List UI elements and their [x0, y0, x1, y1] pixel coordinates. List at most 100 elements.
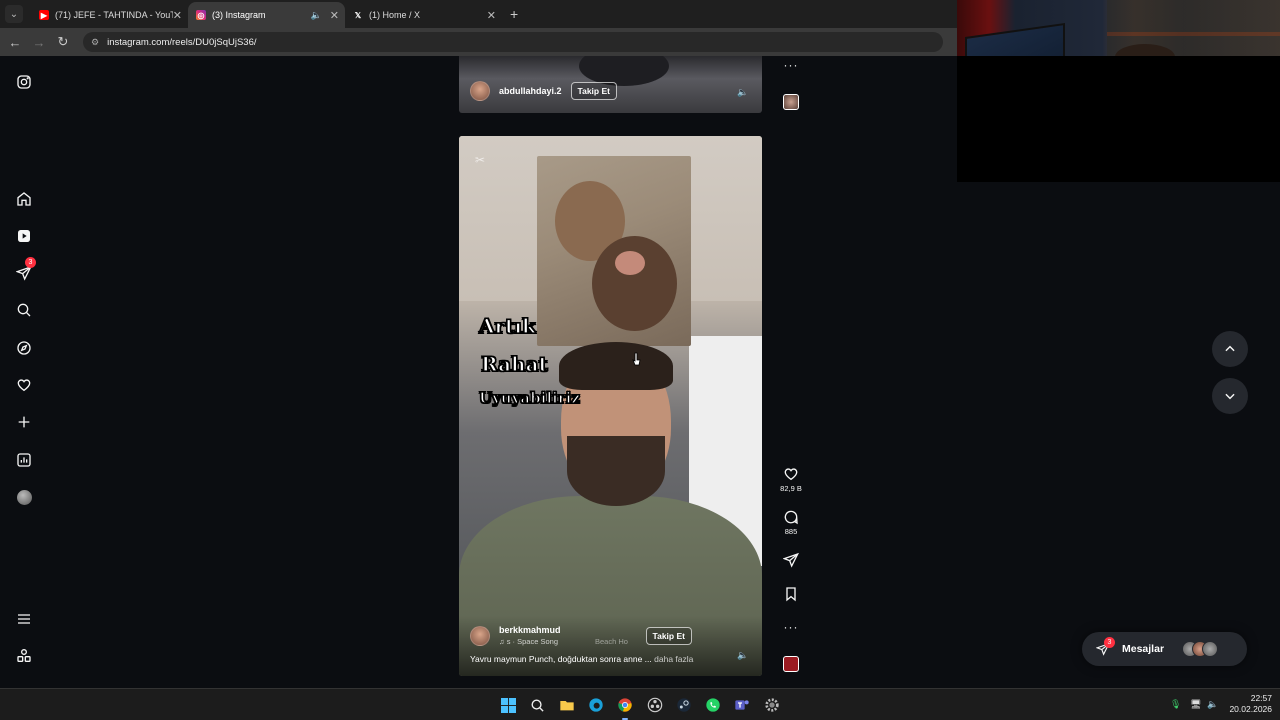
youtube-icon: ▶ [39, 10, 49, 20]
author-username[interactable]: berkkmahmud [499, 625, 561, 635]
webcam-gap [957, 56, 1280, 182]
file-explorer-icon[interactable] [558, 696, 576, 714]
home-icon[interactable] [14, 189, 34, 209]
messages-badge: 3 [1104, 637, 1115, 648]
notifications-heart-icon[interactable] [14, 375, 34, 395]
chrome-icon[interactable] [616, 696, 634, 720]
more-menu-icon[interactable] [14, 609, 34, 629]
explore-icon[interactable] [14, 338, 34, 358]
previous-reel-audio-thumb[interactable] [776, 94, 806, 110]
teams-icon[interactable] [733, 696, 751, 714]
dashboard-icon[interactable] [14, 450, 34, 470]
song-label[interactable]: ♫ s · Space Song [499, 637, 558, 646]
bookmark-icon [786, 587, 796, 602]
tab-title: (71) JEFE - TAHTINDA - YouTube [55, 10, 173, 20]
more-dots-icon: ··· [783, 58, 799, 72]
overlay-text-line: Uyuyabiliriz [478, 388, 580, 407]
tab-x[interactable]: 𝕏 (1) Home / X ✕ [345, 2, 502, 28]
browser-address-bar: ← → ↻ ⚙ instagram.com/reels/DU0jSqUjS36/ [0, 28, 960, 56]
instagram-page: 3 abdullahdayi.2 Takip Et 🔈 ✂ Artık Raha… [0, 56, 1280, 688]
chevron-up-icon [1225, 345, 1235, 352]
follow-button[interactable]: Takip Et [570, 82, 617, 100]
obs-icon[interactable] [646, 696, 664, 714]
steam-icon[interactable] [675, 696, 693, 714]
man-beard [567, 436, 665, 506]
tab-title: (3) Instagram [212, 10, 266, 20]
tab-search-dropdown-icon[interactable]: ⌄ [5, 5, 23, 23]
more-options-button[interactable]: ··· [776, 620, 806, 634]
messages-bar[interactable]: 3 Mesajlar [1082, 632, 1247, 666]
avatar [1202, 641, 1218, 657]
also-from-meta-icon[interactable] [14, 646, 34, 666]
profile-avatar[interactable] [14, 487, 34, 507]
previous-reel-button[interactable] [1212, 331, 1248, 367]
close-tab-icon[interactable]: ✕ [330, 9, 339, 22]
avatar [16, 489, 32, 505]
windows-start-icon[interactable] [499, 696, 517, 714]
overlay-text-line: Artık [478, 313, 536, 338]
microphone-icon[interactable]: 🎙 [1170, 699, 1181, 710]
whatsapp-icon[interactable] [704, 696, 722, 714]
description-text: Yavru maymun Punch, doğduktan sonra anne… [470, 654, 652, 664]
speaker-icon[interactable]: 🔈 [737, 650, 749, 662]
save-button[interactable] [776, 586, 806, 602]
reel-previous[interactable]: abdullahdayi.2 Takip Et 🔈 [459, 56, 762, 113]
comment-button[interactable]: 885 [776, 509, 806, 536]
next-reel-button[interactable] [1212, 378, 1248, 414]
messages-label: Mesajlar [1122, 643, 1165, 655]
reels-icon[interactable] [14, 226, 34, 246]
sidebar-nav: 3 [0, 56, 50, 688]
new-tab-button[interactable]: + [510, 6, 518, 22]
man-hair [559, 342, 673, 390]
tab-title: (1) Home / X [369, 10, 421, 20]
speaker-icon[interactable]: 🔈 [737, 87, 749, 99]
comment-icon [784, 510, 798, 525]
url-input[interactable]: ⚙ instagram.com/reels/DU0jSqUjS36/ [83, 32, 943, 52]
capcut-logo-icon: ✂ [475, 153, 486, 167]
close-tab-icon[interactable]: ✕ [173, 9, 182, 22]
site-info-icon[interactable]: ⚙ [91, 37, 99, 48]
reel-author: abdullahdayi.2 Takip Et [470, 81, 617, 101]
audio-thumbnail [783, 94, 799, 110]
search-icon[interactable] [528, 696, 546, 714]
clock-date: 20.02.2026 [1229, 704, 1272, 714]
reload-button[interactable]: ↻ [51, 34, 75, 50]
tab-youtube[interactable]: ▶ (71) JEFE - TAHTINDA - YouTube ✕ [31, 2, 188, 28]
create-plus-icon[interactable] [14, 412, 34, 432]
monkey-baby [592, 236, 677, 331]
close-tab-icon[interactable]: ✕ [487, 9, 496, 22]
back-button[interactable]: ← [3, 35, 27, 50]
audio-playing-icon[interactable]: 🔈 [311, 10, 322, 21]
share-button[interactable] [776, 552, 806, 568]
messages-badge: 3 [25, 257, 36, 268]
author-avatar[interactable] [470, 626, 490, 646]
settings-gear-icon[interactable] [763, 696, 781, 714]
chevron-down-icon [1225, 393, 1235, 400]
forward-button[interactable]: → [27, 35, 51, 50]
direct-messages-icon[interactable]: 3 [14, 257, 36, 283]
url-text: instagram.com/reels/DU0jSqUjS36/ [107, 36, 257, 48]
network-icon[interactable]: 🖥 [1190, 699, 1201, 710]
edge-icon[interactable] [587, 696, 605, 714]
reel-description: Yavru maymun Punch, doğduktan sonra anne… [470, 654, 693, 664]
share-icon [783, 552, 799, 568]
reel-current[interactable]: ✂ Artık Rahat Uyuyabiliriz berkkmahmud T… [459, 136, 762, 676]
author-avatar[interactable] [470, 81, 490, 101]
heart-icon [784, 468, 798, 481]
author-username[interactable]: abdullahdayi.2 [499, 86, 562, 96]
like-button[interactable]: 82,9 B [776, 466, 806, 493]
volume-icon[interactable]: 🔈 [1207, 699, 1218, 710]
search-icon[interactable] [14, 300, 34, 320]
taskbar-clock[interactable]: 22:57 20.02.2026 [1226, 693, 1272, 715]
overlay-text-line: Rahat [480, 351, 548, 376]
x-icon: 𝕏 [354, 10, 362, 20]
message-avatars [1182, 641, 1218, 657]
audio-thumb-button[interactable] [776, 656, 806, 672]
follow-button[interactable]: Takip Et [645, 627, 692, 645]
instagram-logo-icon[interactable] [14, 72, 34, 92]
more-link[interactable]: daha fazla [654, 654, 693, 664]
previous-reel-more-button[interactable]: ··· [776, 58, 806, 72]
tab-instagram[interactable]: ◎ (3) Instagram 🔈 ✕ [188, 2, 345, 28]
instagram-icon: ◎ [196, 10, 206, 20]
audio-thumbnail [783, 656, 799, 672]
